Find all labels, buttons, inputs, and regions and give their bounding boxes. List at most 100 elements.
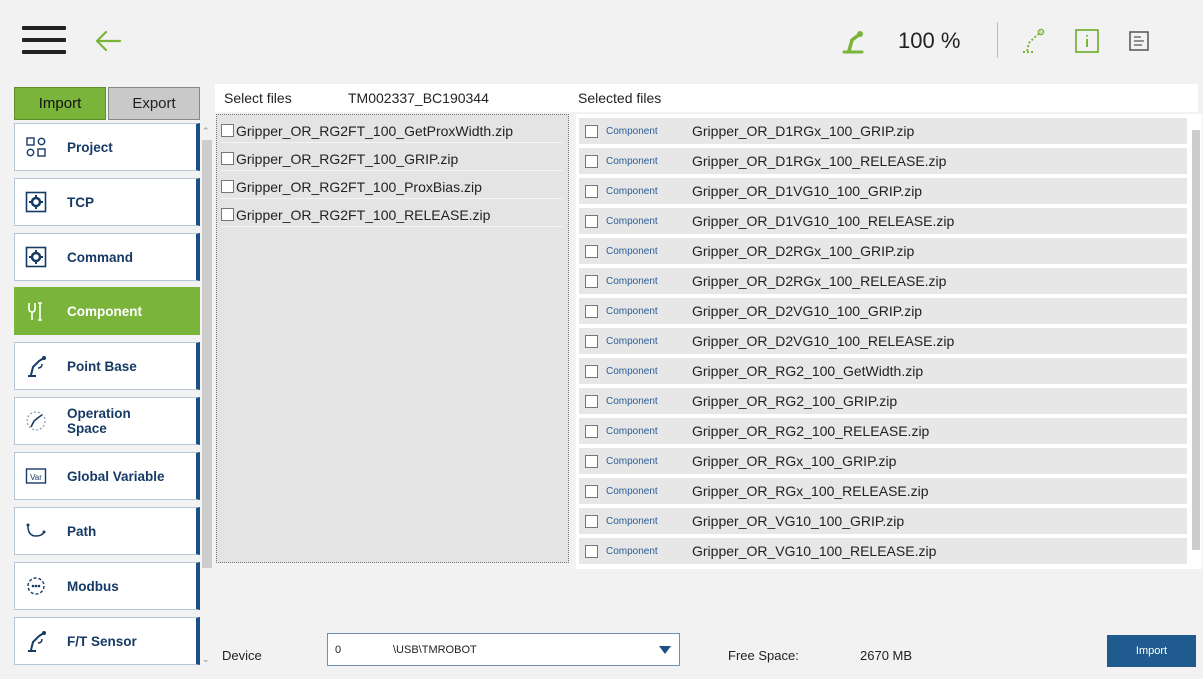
file-type: Component xyxy=(606,215,658,227)
sidebar-item-project[interactable]: Project xyxy=(14,123,200,171)
ft-sensor-icon xyxy=(23,628,49,654)
sidebar-item-component[interactable]: Component xyxy=(14,287,200,335)
selected-file-checkbox[interactable] xyxy=(585,394,598,408)
device-number: 0 xyxy=(335,643,342,656)
selected-file-row[interactable]: Component Gripper_OR_D1RGx_100_GRIP.zip xyxy=(579,118,1187,144)
file-name: Gripper_OR_RGx_100_RELEASE.zip xyxy=(692,483,929,499)
selected-file-checkbox[interactable] xyxy=(585,424,598,438)
sidebar-item-label: Point Base xyxy=(67,358,137,374)
file-name: Gripper_OR_RG2FT_100_RELEASE.zip xyxy=(236,206,491,223)
selected-file-checkbox[interactable] xyxy=(585,274,598,288)
selected-file-row[interactable]: Component Gripper_OR_D1VG10_100_GRIP.zip xyxy=(579,178,1187,204)
sidebar-item-label: Component xyxy=(67,303,142,319)
robot-serial-label: TM002337_BC190344 xyxy=(348,90,489,106)
file-row[interactable]: Gripper_OR_RG2FT_100_GRIP.zip xyxy=(221,147,563,171)
selected-file-row[interactable]: Component Gripper_OR_D2RGx_100_GRIP.zip xyxy=(579,238,1187,264)
file-name: Gripper_OR_RG2_100_RELEASE.zip xyxy=(692,423,930,439)
hamburger-menu-icon[interactable] xyxy=(22,24,66,56)
file-name: Gripper_OR_RG2_100_GRIP.zip xyxy=(692,393,898,409)
file-type: Component xyxy=(606,245,658,257)
file-checkbox[interactable] xyxy=(221,208,234,221)
sidebar-item-tcp[interactable]: TCP xyxy=(14,178,200,226)
file-checkbox[interactable] xyxy=(221,152,234,165)
file-type: Component xyxy=(606,275,658,287)
file-checkbox[interactable] xyxy=(221,124,234,137)
selected-file-row[interactable]: Component Gripper_OR_D2RGx_100_RELEASE.zi… xyxy=(579,268,1187,294)
selected-file-checkbox[interactable] xyxy=(585,214,598,228)
selected-file-row[interactable]: Component Gripper_OR_RGx_100_RELEASE.zip xyxy=(579,478,1187,504)
file-row[interactable]: Gripper_OR_RG2FT_100_ProxBias.zip xyxy=(221,175,563,199)
file-row[interactable]: Gripper_OR_RG2FT_100_RELEASE.zip xyxy=(221,203,563,227)
sidebar-item-operation-space[interactable]: Operation Space xyxy=(14,397,200,445)
selected-file-checkbox[interactable] xyxy=(585,124,598,138)
scroll-down-icon[interactable]: ⌄ xyxy=(202,654,210,665)
sidebar-item-global-variable[interactable]: Var Global Variable xyxy=(14,452,200,500)
modbus-icon xyxy=(23,573,49,599)
file-name: Gripper_OR_D2RGx_100_RELEASE.zip xyxy=(692,273,947,289)
selected-file-checkbox[interactable] xyxy=(585,514,598,528)
selected-file-checkbox[interactable] xyxy=(585,154,598,168)
free-space-value: 2670 MB xyxy=(860,648,913,663)
file-name: Gripper_OR_VG10_100_RELEASE.zip xyxy=(692,543,937,559)
sidebar-item-ft-sensor[interactable]: F/T Sensor xyxy=(14,617,200,665)
file-type: Component xyxy=(606,365,658,377)
free-space-label: Free Space: xyxy=(728,648,799,663)
selected-files-label: Selected files xyxy=(578,90,662,106)
top-bar: 100 % xyxy=(0,0,1203,76)
selected-files-scrollbar-thumb[interactable] xyxy=(1192,130,1200,550)
selected-file-row[interactable]: Component Gripper_OR_D1VG10_100_RELEASE.z… xyxy=(579,208,1187,234)
svg-text:Var: Var xyxy=(30,473,42,482)
selected-file-row[interactable]: Component Gripper_OR_VG10_100_GRIP.zip xyxy=(579,508,1187,534)
export-tab[interactable]: Export xyxy=(108,87,200,120)
command-gear-icon xyxy=(23,244,49,270)
log-icon[interactable] xyxy=(1129,31,1149,51)
selected-file-checkbox[interactable] xyxy=(585,334,598,348)
dropdown-arrow-icon xyxy=(659,645,671,654)
file-name: Gripper_OR_D1VG10_100_RELEASE.zip xyxy=(692,213,955,229)
selected-file-row[interactable]: Component Gripper_OR_D2VG10_100_RELEASE.z… xyxy=(579,328,1187,354)
selected-file-checkbox[interactable] xyxy=(585,364,598,378)
selected-file-row[interactable]: Component Gripper_OR_D1RGx_100_RELEASE.zi… xyxy=(579,148,1187,174)
file-type: Component xyxy=(606,545,658,557)
selected-file-checkbox[interactable] xyxy=(585,454,598,468)
sidebar-item-label: TCP xyxy=(67,194,94,210)
selected-file-checkbox[interactable] xyxy=(585,244,598,258)
file-name: Gripper_OR_D2VG10_100_RELEASE.zip xyxy=(692,333,955,349)
file-type: Component xyxy=(606,155,658,167)
device-label: Device xyxy=(222,648,262,663)
path-icon xyxy=(23,518,49,544)
file-row[interactable]: Gripper_OR_RG2FT_100_GetProxWidth.zip xyxy=(221,119,563,143)
import-tab[interactable]: Import xyxy=(14,87,106,120)
file-name: Gripper_OR_RG2FT_100_GetProxWidth.zip xyxy=(236,122,513,139)
file-checkbox[interactable] xyxy=(221,180,234,193)
selected-file-row[interactable]: Component Gripper_OR_D2VG10_100_GRIP.zip xyxy=(579,298,1187,324)
robot-arm-icon[interactable] xyxy=(1017,26,1047,56)
selected-file-checkbox[interactable] xyxy=(585,484,598,498)
back-arrow-icon[interactable] xyxy=(93,26,123,56)
sidebar-item-path[interactable]: Path xyxy=(14,507,200,555)
import-button[interactable]: Import xyxy=(1107,635,1196,667)
device-path: \USB\TMROBOT xyxy=(393,643,477,656)
selected-file-checkbox[interactable] xyxy=(585,544,598,558)
file-name: Gripper_OR_RG2FT_100_GRIP.zip xyxy=(236,150,459,167)
sidebar-scrollbar-thumb[interactable] xyxy=(202,140,212,568)
selected-file-checkbox[interactable] xyxy=(585,184,598,198)
sidebar-item-command[interactable]: Command xyxy=(14,233,200,281)
sidebar-item-modbus[interactable]: Modbus xyxy=(14,562,200,610)
selected-file-checkbox[interactable] xyxy=(585,304,598,318)
selected-file-row[interactable]: Component Gripper_OR_RG2_100_GRIP.zip xyxy=(579,388,1187,414)
selected-file-row[interactable]: Component Gripper_OR_RGx_100_GRIP.zip xyxy=(579,448,1187,474)
file-name: Gripper_OR_D1RGx_100_RELEASE.zip xyxy=(692,153,947,169)
selected-file-row[interactable]: Component Gripper_OR_RG2_100_RELEASE.zip xyxy=(579,418,1187,444)
scroll-up-icon[interactable]: ⌃ xyxy=(202,126,210,137)
selected-file-row[interactable]: Component Gripper_OR_VG10_100_RELEASE.zip xyxy=(579,538,1187,564)
file-name: Gripper_OR_D1RGx_100_GRIP.zip xyxy=(692,123,915,139)
file-type: Component xyxy=(606,425,658,437)
sidebar-item-label: Operation Space xyxy=(67,406,131,436)
info-icon[interactable] xyxy=(1074,28,1100,54)
selected-file-row[interactable]: Component Gripper_OR_RG2_100_GetWidth.zip xyxy=(579,358,1187,384)
file-name: Gripper_OR_D1VG10_100_GRIP.zip xyxy=(692,183,923,199)
sidebar-item-point-base[interactable]: Point Base xyxy=(14,342,200,390)
device-dropdown[interactable]: 0 \USB\TMROBOT xyxy=(327,633,680,666)
file-name: Gripper_OR_VG10_100_GRIP.zip xyxy=(692,513,905,529)
